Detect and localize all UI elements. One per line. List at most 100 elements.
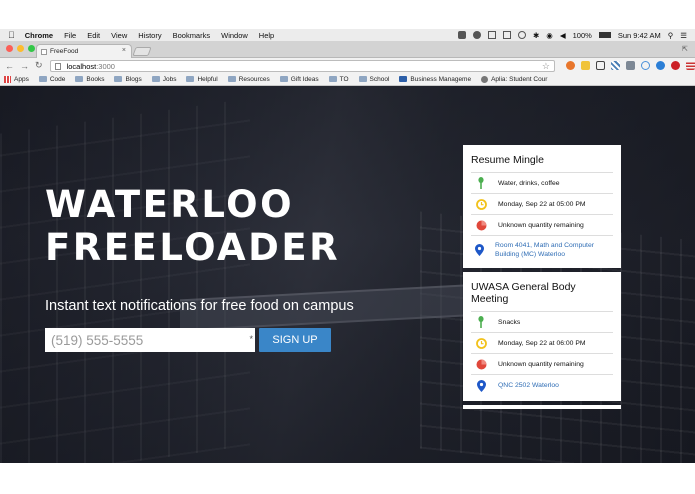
app-status-icon[interactable] xyxy=(488,31,496,39)
cloud-icon[interactable] xyxy=(473,31,481,39)
bookmark-star-icon[interactable]: ☆ xyxy=(542,61,550,72)
background-building xyxy=(0,98,250,463)
bookmark-label: Helpful xyxy=(197,75,218,83)
apple-icon[interactable]:  xyxy=(8,30,15,40)
minimize-window-button[interactable] xyxy=(17,45,24,52)
page-bottom-margin xyxy=(0,463,695,494)
time-machine-icon[interactable] xyxy=(518,31,526,39)
site-title: WATERLOO FREELOADER xyxy=(45,183,340,269)
back-button[interactable]: ← xyxy=(5,61,14,71)
address-bar[interactable]: localhost:3000 ☆ xyxy=(49,59,555,72)
spotlight-icon[interactable]: ⚲ xyxy=(668,31,674,40)
bookmark-to[interactable]: TO xyxy=(328,75,349,83)
event-location-row: Room 4041, Math and Computer Building (M… xyxy=(471,235,613,264)
event-location-link[interactable]: QNC 2502 Waterloo xyxy=(498,381,559,391)
folder-icon xyxy=(279,76,288,82)
event-time: Monday, Sep 22 at 06:00 PM xyxy=(498,339,586,347)
bookmark-label: Business Manageme xyxy=(410,75,472,83)
menu-bookmarks[interactable]: Bookmarks xyxy=(173,31,211,40)
food-icon xyxy=(475,177,487,189)
bookmark-jobs[interactable]: Jobs xyxy=(151,75,177,83)
extension-function-icon[interactable] xyxy=(596,61,605,70)
page-icon xyxy=(54,62,61,70)
menu-history[interactable]: History xyxy=(138,31,161,40)
event-quantity: Unknown quantity remaining xyxy=(498,221,584,229)
tab-freefood[interactable]: FreeFood × xyxy=(36,44,132,58)
bookmark-resources[interactable]: Resources xyxy=(227,75,270,83)
extension-checkers-icon[interactable] xyxy=(611,61,620,70)
event-card[interactable]: UWASA General Body Meeting Snacks Monday… xyxy=(463,272,621,401)
volume-icon[interactable]: ◀ xyxy=(560,31,566,40)
wifi-icon[interactable]: ◉ xyxy=(546,31,553,40)
event-food: Water, drinks, coffee xyxy=(498,179,560,187)
event-food: Snacks xyxy=(498,318,521,326)
browser-toolbar: ← → ↻ localhost:3000 ☆ xyxy=(0,58,695,73)
extension-folder-icon[interactable] xyxy=(581,61,590,70)
bookmark-books[interactable]: Books xyxy=(75,76,104,83)
hero-section: WATERLOO FREELOADER Instant text notific… xyxy=(0,86,695,463)
bookmark-helpful[interactable]: Helpful xyxy=(186,75,218,83)
bluetooth-icon[interactable]: ✱ xyxy=(533,31,539,40)
dropbox-icon[interactable] xyxy=(458,31,466,39)
url-host: localhost xyxy=(66,61,97,71)
forward-button[interactable]: → xyxy=(20,61,29,71)
bookmark-label: TO xyxy=(339,75,349,83)
bookmark-label: School xyxy=(369,75,390,83)
event-location-link[interactable]: Room 4041, Math and Computer Building (M… xyxy=(495,241,613,260)
extension-circle-icon[interactable] xyxy=(641,61,650,70)
zoom-window-button[interactable] xyxy=(28,45,35,52)
bookmark-apps[interactable]: Apps xyxy=(4,75,29,83)
bookmark-aplia[interactable]: Aplia: Student Cour xyxy=(481,75,547,83)
chrome-menu-icon[interactable] xyxy=(686,61,695,70)
extension-v-icon[interactable] xyxy=(656,61,665,70)
tab-title: FreeFood xyxy=(50,48,79,55)
notification-center-icon[interactable]: ☰ xyxy=(680,31,687,40)
tagline: Instant text notifications for free food… xyxy=(45,298,354,314)
close-tab-icon[interactable]: × xyxy=(122,47,126,54)
bookmark-label: Jobs xyxy=(162,75,177,83)
battery-icon[interactable] xyxy=(598,32,611,38)
events-list: Resume Mingle Water, drinks, coffee Mond… xyxy=(463,145,621,409)
new-tab-button[interactable] xyxy=(132,47,152,56)
clock[interactable]: Sun 9:42 AM xyxy=(618,31,661,40)
clock-icon xyxy=(475,198,487,210)
event-food-row: Snacks xyxy=(471,311,613,332)
fullscreen-icon[interactable]: ⇱ xyxy=(682,45,690,53)
menu-help[interactable]: Help xyxy=(259,31,274,40)
url-port: :3000 xyxy=(96,61,115,71)
tab-strip: FreeFood × ⇱ xyxy=(0,41,695,58)
folder-icon xyxy=(38,76,47,82)
bookmark-gift-ideas[interactable]: Gift Ideas xyxy=(279,76,319,83)
menu-window[interactable]: Window xyxy=(221,31,248,40)
reload-button[interactable]: ↻ xyxy=(35,60,43,71)
menu-edit[interactable]: Edit xyxy=(87,31,100,40)
menu-app-name[interactable]: Chrome xyxy=(25,31,53,40)
menu-file[interactable]: File xyxy=(64,31,76,40)
extension-pinterest-icon[interactable] xyxy=(671,61,680,70)
map-pin-icon xyxy=(475,244,484,256)
required-marker: * xyxy=(249,334,253,344)
bookmark-blogs[interactable]: Blogs xyxy=(114,76,142,83)
mac-menubar:  Chrome File Edit View History Bookmark… xyxy=(0,29,695,41)
event-title: Resume Mingle xyxy=(471,154,544,166)
sign-up-button[interactable]: SIGN UP xyxy=(259,328,331,352)
event-card-partial xyxy=(463,405,621,409)
bookmark-label: Resources xyxy=(238,75,270,83)
grid-status-icon[interactable] xyxy=(503,31,511,39)
bookmark-school[interactable]: School xyxy=(358,75,390,83)
extension-flame-icon[interactable] xyxy=(566,61,575,70)
extensions-area xyxy=(566,61,695,70)
close-window-button[interactable] xyxy=(6,45,13,52)
phone-input[interactable]: (519) 555-5555 * xyxy=(45,328,255,352)
event-title: UWASA General Body Meeting xyxy=(471,281,576,305)
pie-chart-icon xyxy=(475,359,487,370)
folder-icon xyxy=(358,76,367,82)
extension-grid-icon[interactable] xyxy=(626,61,635,70)
bookmark-label: Apps xyxy=(14,75,29,83)
event-food-row: Water, drinks, coffee xyxy=(471,172,613,193)
bookmark-business[interactable]: Business Manageme xyxy=(399,76,471,83)
event-card[interactable]: Resume Mingle Water, drinks, coffee Mond… xyxy=(463,145,621,268)
apps-grid-icon xyxy=(4,75,11,83)
menu-view[interactable]: View xyxy=(111,31,127,40)
bookmark-code[interactable]: Code xyxy=(38,76,65,83)
